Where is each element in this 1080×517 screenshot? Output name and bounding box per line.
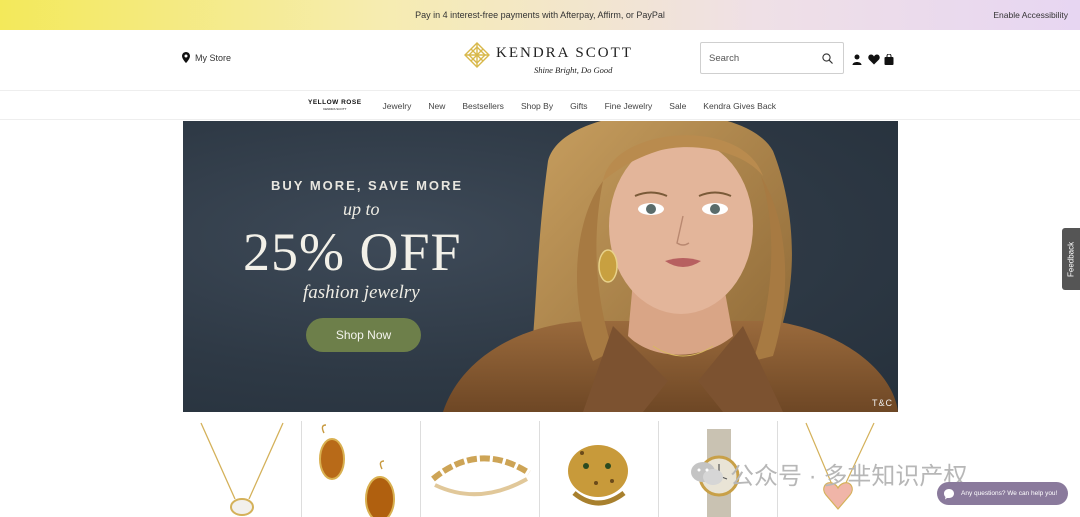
necklace-icon	[200, 422, 284, 516]
my-store-link[interactable]: My Store	[182, 52, 231, 63]
product-card[interactable]	[183, 421, 302, 517]
nav-item-fine-jewelry[interactable]: Fine Jewelry	[605, 101, 653, 111]
promo-message: Pay in 4 interest-free payments with Aft…	[415, 10, 665, 20]
hero-subline: fashion jewelry	[303, 282, 420, 303]
map-pin-icon	[182, 52, 190, 63]
logo-mark-icon	[464, 42, 490, 68]
my-store-label: My Store	[195, 52, 232, 63]
watermark: 公众号 · 多芈知识产权	[690, 456, 967, 491]
chat-label: Any questions? We can help you!	[961, 490, 1058, 497]
promo-bar: Pay in 4 interest-free payments with Aft…	[0, 0, 1080, 30]
nav-item-jewelry[interactable]: Jewelry	[383, 101, 412, 111]
shop-now-button[interactable]: Shop Now	[306, 318, 421, 352]
earrings-icon	[319, 424, 395, 517]
yellow-rose-label: YELLOW ROSE	[308, 99, 362, 106]
chat-bubble-icon	[944, 488, 954, 499]
product-card[interactable]	[421, 421, 540, 517]
nav-item-gifts[interactable]: Gifts	[570, 101, 587, 111]
search-icon[interactable]	[822, 53, 833, 64]
hero-kicker: BUY MORE, SAVE MORE	[271, 178, 464, 193]
search-box[interactable]	[700, 42, 844, 74]
search-input[interactable]	[709, 52, 819, 64]
terms-link[interactable]: T&C	[872, 398, 893, 408]
feedback-tab[interactable]: Feedback	[1062, 228, 1080, 290]
account-icon[interactable]	[852, 52, 862, 65]
wechat-icon	[691, 461, 723, 485]
yellow-rose-sublabel: KENDRA SCOTT	[323, 107, 347, 111]
product-card[interactable]	[302, 421, 421, 517]
nav-item-kendra-gives-back[interactable]: Kendra Gives Back	[703, 101, 776, 111]
hero-headline: 25% OFF	[243, 222, 462, 282]
chat-launcher[interactable]: Any questions? We can help you!	[937, 482, 1068, 505]
header-icons	[852, 52, 894, 65]
site-header: My Store KENDRA SCOTT Shine Bright, Do G…	[0, 30, 1080, 90]
hero-model-image	[443, 121, 898, 412]
leopard-ring-icon	[568, 445, 628, 506]
nav-yellow-rose[interactable]: YELLOW ROSE KENDRA SCOTT	[308, 99, 362, 113]
heart-icon[interactable]	[868, 52, 880, 65]
nav-item-new[interactable]: New	[428, 101, 445, 111]
main-nav: YELLOW ROSE KENDRA SCOTT Jewelry New Bes…	[0, 90, 1080, 120]
hero-upto: up to	[343, 199, 380, 219]
enable-accessibility-link[interactable]: Enable Accessibility	[993, 10, 1068, 20]
watermark-text: 公众号 · 多芈知识产权	[730, 463, 968, 490]
nav-item-shop-by[interactable]: Shop By	[521, 101, 553, 111]
brand-name: KENDRA SCOTT	[496, 45, 633, 61]
brand-tagline: Shine Bright, Do Good	[534, 65, 613, 75]
brand-logo[interactable]: KENDRA SCOTT Shine Bright, Do Good	[464, 40, 631, 82]
hero-banner[interactable]: BUY MORE, SAVE MORE up to 25% OFF fashio…	[183, 121, 898, 412]
nav-item-bestsellers[interactable]: Bestsellers	[462, 101, 504, 111]
nav-item-sale[interactable]: Sale	[669, 101, 686, 111]
product-card[interactable]	[540, 421, 659, 517]
bracelet-icon	[431, 455, 531, 497]
bag-icon[interactable]	[884, 52, 894, 65]
nav-items: YELLOW ROSE KENDRA SCOTT Jewelry New Bes…	[308, 91, 793, 121]
